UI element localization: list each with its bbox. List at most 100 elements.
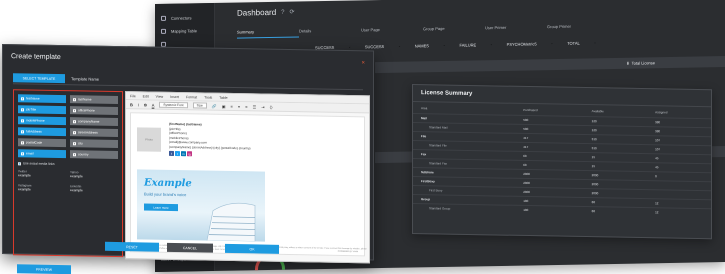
menu-item[interactable]: View: [156, 94, 164, 98]
menu-item[interactable]: Edit: [143, 94, 149, 98]
field-chip[interactable]: country: [70, 150, 118, 160]
field-chip[interactable]: postalCode: [18, 138, 66, 148]
list-icon[interactable]: ☰: [253, 104, 257, 109]
social-fields: Twitter example Yahoo example Instagram examp…: [18, 169, 118, 193]
field-chip[interactable]: lastName: [70, 95, 118, 105]
filter-dropdown[interactable]: NAMES: [415, 43, 429, 48]
align-left-icon[interactable]: ≡: [231, 103, 233, 108]
size-select[interactable]: Size: [192, 102, 207, 109]
social-links-toggle[interactable]: Use social media links: [18, 161, 118, 167]
filter-dropdown[interactable]: FAILURE: [459, 42, 476, 47]
filter-dropdown[interactable]: TOTAL: [567, 41, 580, 46]
cancel-button[interactable]: CANCEL: [167, 242, 213, 253]
field-chip[interactable]: streetAddress: [70, 128, 118, 138]
row-value: 12: [647, 207, 711, 218]
powered-by-label: POWERED BY ####: [337, 250, 358, 254]
dashboard-filters: SUCCESS ⌄ SUCCESS ⌄ NAMES ⌄ FAILURE ⌄ PSYCHO…: [315, 38, 725, 50]
font-select[interactable]: Systemic Font: [159, 101, 188, 109]
menu-item[interactable]: Table: [219, 95, 227, 99]
align-center-icon[interactable]: ≡: [238, 104, 240, 109]
editor-canvas[interactable]: Photo {firstName} {lastName} {jobTitle} {o…: [130, 112, 367, 257]
sidebar-item-label: Connectors: [171, 15, 192, 21]
checkbox-icon[interactable]: [73, 97, 76, 101]
screenshot-stage: Connectors Mapping Table Dashboard ? ⟳ Su…: [0, 0, 725, 274]
select-template-button[interactable]: SELECT TEMPLATE: [13, 73, 65, 84]
tab-summary[interactable]: Summary: [237, 25, 299, 39]
link-icon[interactable]: 🔗: [212, 103, 217, 108]
checkbox-icon[interactable]: [18, 161, 21, 165]
italic-icon[interactable]: I: [138, 102, 139, 107]
sidebar-item[interactable]: Mapping Table: [155, 24, 214, 38]
underline-icon[interactable]: A: [152, 102, 155, 107]
checkbox-icon[interactable]: [73, 108, 76, 112]
tab-group-page[interactable]: Group Page: [423, 22, 485, 35]
license-table: Area Purchased Available Assigned Mail 500 12…: [413, 102, 711, 218]
bold-icon[interactable]: B: [130, 102, 133, 107]
template-editor[interactable]: File Edit View Insert Format Tools Table B I S…: [125, 91, 370, 264]
field-chip-label: firstName: [26, 96, 40, 101]
checkbox-icon[interactable]: [73, 141, 76, 145]
field-chip[interactable]: jobTitle: [18, 105, 66, 115]
download-icon: ⬇: [626, 60, 630, 66]
field-grid: firstName lastName jobTitle officePhone mobi…: [18, 94, 118, 160]
menu-item[interactable]: Tools: [204, 95, 212, 99]
indent-icon[interactable]: ⇥: [261, 104, 264, 109]
tab-user-page[interactable]: User Page: [361, 23, 423, 36]
social-field[interactable]: LinkedIn example: [70, 184, 118, 193]
checkbox-icon[interactable]: [73, 119, 76, 123]
checkbox-icon[interactable]: [21, 151, 24, 155]
close-icon[interactable]: ×: [361, 60, 365, 66]
field-chip-label: companyName: [78, 119, 100, 124]
menu-item[interactable]: Format: [186, 95, 197, 99]
field-chip[interactable]: city: [70, 139, 118, 149]
building-image: [206, 202, 256, 242]
tab-details[interactable]: Details: [299, 24, 361, 37]
strikethrough-icon[interactable]: S: [144, 102, 147, 107]
table-icon: [161, 28, 166, 34]
social-icon[interactable]: f: [169, 150, 174, 157]
field-chip[interactable]: mobilePhone: [18, 116, 66, 126]
filter-dropdown[interactable]: SUCCESS: [365, 44, 384, 49]
filter-dropdown[interactable]: PSYCHOMetric5: [507, 41, 537, 47]
align-right-icon[interactable]: ≡: [245, 104, 247, 109]
field-chip[interactable]: email: [18, 149, 66, 159]
checkbox-icon[interactable]: [21, 118, 24, 122]
field-selector-panel: firstName lastName jobTitle officePhone mobi…: [13, 89, 123, 258]
field-chip[interactable]: fullAddress: [18, 127, 66, 137]
hero-button[interactable]: Learn more: [144, 203, 178, 212]
image-icon[interactable]: ▣: [222, 103, 226, 108]
menu-item[interactable]: Insert: [170, 94, 179, 98]
social-icon[interactable]: t: [175, 151, 180, 157]
field-chip[interactable]: firstName: [18, 94, 66, 104]
checkbox-icon[interactable]: [73, 130, 76, 134]
code-icon[interactable]: ⟨⟩: [270, 104, 273, 109]
field-chip[interactable]: companyName: [70, 117, 118, 127]
checkbox-icon[interactable]: [21, 107, 24, 111]
field-chip[interactable]: officePhone: [70, 106, 118, 116]
social-field[interactable]: Instagram example: [18, 183, 66, 192]
preview-button[interactable]: PREVIEW: [17, 264, 71, 274]
checkbox-icon[interactable]: [21, 129, 24, 133]
menu-item[interactable]: File: [130, 94, 136, 98]
total-license-button[interactable]: ⬇ Total License: [626, 60, 655, 66]
refresh-icon[interactable]: ⟳: [289, 9, 294, 16]
social-field-value: example: [70, 188, 83, 193]
tab-group-primer[interactable]: Group Primer: [547, 20, 609, 33]
template-name-label: Template Name: [71, 76, 100, 82]
sidebar-item[interactable]: Connectors: [155, 11, 214, 25]
dashboard-header: Dashboard ? ⟳: [237, 8, 295, 18]
checkbox-icon[interactable]: [73, 152, 76, 156]
social-field[interactable]: Yahoo example: [70, 170, 118, 179]
ok-button[interactable]: OK: [225, 243, 279, 254]
field-chip-label: lastName: [78, 97, 92, 102]
social-icon[interactable]: ig: [187, 151, 192, 157]
social-field[interactable]: Twitter example: [18, 169, 66, 178]
help-icon[interactable]: ?: [281, 9, 284, 15]
row-label: Standard Group: [413, 203, 516, 214]
checkbox-icon[interactable]: [21, 96, 24, 100]
reset-button[interactable]: RESET: [105, 241, 159, 252]
social-icon[interactable]: in: [181, 151, 186, 157]
tab-user-primer[interactable]: User Primer: [485, 21, 547, 34]
field-chip-label: mobilePhone: [26, 118, 45, 123]
checkbox-icon[interactable]: [21, 140, 24, 144]
